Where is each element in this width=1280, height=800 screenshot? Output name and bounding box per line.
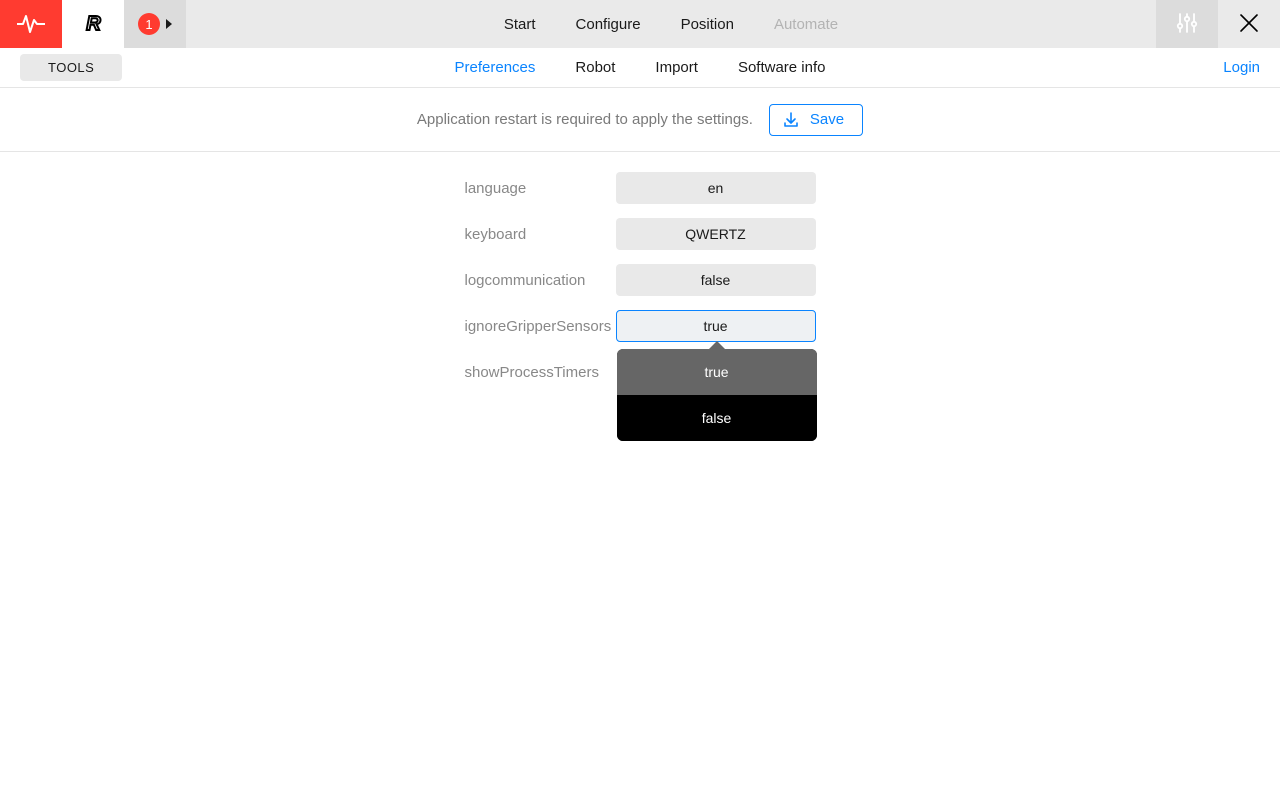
tab-preferences[interactable]: Preferences	[455, 59, 536, 76]
dropdown-option-true[interactable]: true	[617, 349, 817, 395]
dropdown-option-label: false	[702, 410, 732, 426]
setting-label-logcommunication: logcommunication	[465, 272, 615, 289]
sub-nav: Preferences Robot Import Software info	[455, 59, 826, 76]
topbar-right	[1156, 0, 1280, 48]
setting-value-ignoregrippersensors[interactable]: true true false	[616, 310, 816, 342]
setting-value-text: en	[708, 180, 724, 196]
setting-value-language[interactable]: en	[616, 172, 816, 204]
settings-grid: language en keyboard QWERTZ logcommunica…	[465, 172, 816, 388]
setting-label-keyboard: keyboard	[465, 226, 615, 243]
chevron-right-icon	[166, 19, 172, 29]
tab-software-info[interactable]: Software info	[738, 59, 826, 76]
dropdown-popup: true false	[617, 349, 817, 441]
setting-value-text: true	[703, 318, 727, 334]
top-nav: Start Configure Position Automate	[186, 0, 1156, 48]
activity-icon	[17, 14, 45, 34]
setting-value-keyboard[interactable]: QWERTZ	[616, 218, 816, 250]
topbar: R 1 Start Configure Position Automate	[0, 0, 1280, 48]
setting-value-logcommunication[interactable]: false	[616, 264, 816, 296]
nav-position[interactable]: Position	[681, 16, 734, 33]
notifications-tile[interactable]: 1	[124, 0, 186, 48]
setting-label-ignoregrippersensors: ignoreGripperSensors	[465, 318, 615, 335]
settings-tile[interactable]	[1156, 0, 1218, 48]
subbar: TOOLS Preferences Robot Import Software …	[0, 48, 1280, 88]
info-row: Application restart is required to apply…	[0, 88, 1280, 152]
app-logo-icon: R	[86, 13, 99, 36]
setting-label-showprocesstimers: showProcessTimers	[465, 364, 615, 381]
setting-value-text: QWERTZ	[685, 226, 745, 242]
setting-value-text: false	[701, 272, 731, 288]
nav-automate: Automate	[774, 16, 838, 33]
save-button-label: Save	[810, 111, 844, 128]
tab-import[interactable]: Import	[655, 59, 698, 76]
nav-configure[interactable]: Configure	[576, 16, 641, 33]
status-tile[interactable]	[0, 0, 62, 48]
tools-button[interactable]: TOOLS	[20, 54, 122, 81]
setting-label-language: language	[465, 180, 615, 197]
sliders-icon	[1176, 12, 1198, 37]
logo-tile[interactable]: R	[62, 0, 124, 48]
nav-start[interactable]: Start	[504, 16, 536, 33]
save-button[interactable]: Save	[769, 104, 863, 136]
restart-message: Application restart is required to apply…	[417, 111, 753, 128]
notification-count: 1	[145, 17, 152, 32]
login-link[interactable]: Login	[1223, 59, 1260, 76]
close-icon	[1238, 12, 1260, 37]
download-icon	[782, 111, 800, 129]
dropdown-option-label: true	[704, 364, 728, 380]
dropdown-option-false[interactable]: false	[617, 395, 817, 441]
tab-robot[interactable]: Robot	[575, 59, 615, 76]
settings-area: language en keyboard QWERTZ logcommunica…	[0, 152, 1280, 388]
notification-badge: 1	[138, 13, 160, 35]
close-tile[interactable]	[1218, 0, 1280, 48]
